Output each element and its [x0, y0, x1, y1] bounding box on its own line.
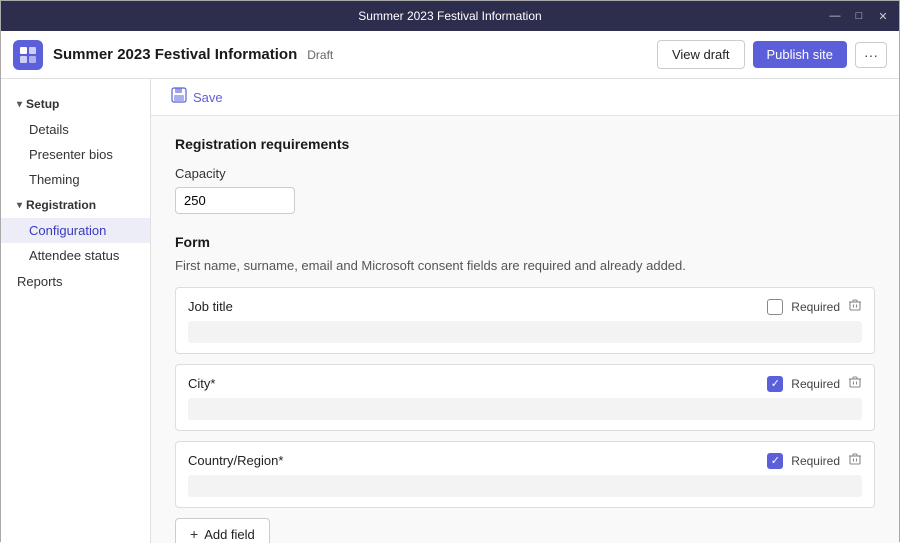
- delete-icon-city[interactable]: [848, 375, 862, 392]
- view-draft-button[interactable]: View draft: [657, 40, 745, 69]
- field-input-country-region: [188, 475, 862, 497]
- add-field-button[interactable]: + Add field: [175, 518, 270, 543]
- header-actions: View draft Publish site ···: [657, 40, 887, 69]
- field-card-city: City* ✓ Required: [175, 364, 875, 431]
- app-title: Summer 2023 Festival Information: [53, 46, 297, 63]
- field-input-job-title: [188, 321, 862, 343]
- app-logo: [13, 40, 43, 70]
- delete-icon-country-region[interactable]: [848, 452, 862, 469]
- required-checkbox-country-region[interactable]: ✓: [767, 453, 783, 469]
- sidebar: ▾ Setup Details Presenter bios Theming ▾…: [1, 79, 151, 543]
- app-logo-icon: [19, 46, 37, 64]
- form-section-title: Form: [175, 234, 875, 250]
- minimize-button[interactable]: —: [827, 8, 843, 24]
- field-name-city: City*: [188, 376, 215, 391]
- content-toolbar: Save: [151, 79, 899, 116]
- field-actions-job-title: Required: [767, 298, 862, 315]
- content-body: Registration requirements Capacity Form …: [151, 116, 899, 543]
- setup-label: Setup: [26, 97, 59, 111]
- sidebar-section-setup[interactable]: ▾ Setup: [1, 91, 150, 117]
- sidebar-item-reports[interactable]: Reports: [1, 268, 150, 295]
- publish-site-button[interactable]: Publish site: [753, 41, 847, 68]
- registration-requirements-title: Registration requirements: [175, 136, 875, 152]
- title-bar: Summer 2023 Festival Information — □ ✕: [1, 1, 899, 31]
- close-button[interactable]: ✕: [875, 8, 891, 24]
- sidebar-item-details[interactable]: Details: [1, 117, 150, 142]
- app-header: Summer 2023 Festival Information Draft V…: [1, 31, 899, 79]
- maximize-button[interactable]: □: [851, 8, 867, 24]
- main-layout: ▾ Setup Details Presenter bios Theming ▾…: [1, 79, 899, 543]
- capacity-label: Capacity: [175, 166, 875, 181]
- add-field-label: Add field: [204, 527, 255, 542]
- sidebar-item-presenter-bios[interactable]: Presenter bios: [1, 142, 150, 167]
- form-description: First name, surname, email and Microsoft…: [175, 258, 875, 273]
- field-card-country-region: Country/Region* ✓ Required: [175, 441, 875, 508]
- sidebar-item-attendee-status[interactable]: Attendee status: [1, 243, 150, 268]
- sidebar-section-registration[interactable]: ▾ Registration: [1, 192, 150, 218]
- setup-chevron: ▾: [17, 99, 22, 110]
- save-button[interactable]: Save: [193, 90, 223, 105]
- window-controls: — □ ✕: [827, 8, 891, 24]
- save-icon: [171, 87, 187, 107]
- app-draft-badge: Draft: [307, 48, 333, 62]
- required-checkbox-city[interactable]: ✓: [767, 376, 783, 392]
- registration-label: Registration: [26, 198, 96, 212]
- sidebar-item-theming[interactable]: Theming: [1, 167, 150, 192]
- registration-chevron: ▾: [17, 200, 22, 211]
- main-content: Save Registration requirements Capacity …: [151, 79, 899, 543]
- field-name-job-title: Job title: [188, 299, 233, 314]
- required-label-city: Required: [791, 377, 840, 391]
- capacity-input[interactable]: [175, 187, 295, 214]
- field-input-city: [188, 398, 862, 420]
- field-actions-country-region: ✓ Required: [767, 452, 862, 469]
- required-label-job-title: Required: [791, 300, 840, 314]
- delete-icon-job-title[interactable]: [848, 298, 862, 315]
- plus-icon: +: [190, 526, 198, 542]
- field-actions-city: ✓ Required: [767, 375, 862, 392]
- field-card-job-title: Job title Required: [175, 287, 875, 354]
- required-checkbox-job-title[interactable]: [767, 299, 783, 315]
- sidebar-item-configuration[interactable]: Configuration: [1, 218, 150, 243]
- field-name-country-region: Country/Region*: [188, 453, 283, 468]
- window-title: Summer 2023 Festival Information: [358, 9, 541, 23]
- more-options-button[interactable]: ···: [855, 42, 887, 68]
- required-label-country-region: Required: [791, 454, 840, 468]
